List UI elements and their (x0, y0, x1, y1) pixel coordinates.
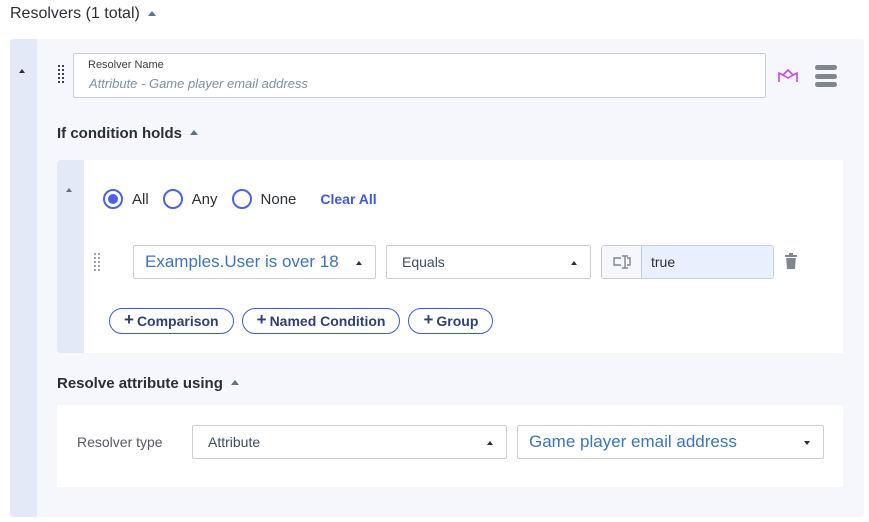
hamburger-menu-icon[interactable] (815, 65, 837, 87)
condition-operator-value: Equals (402, 254, 445, 270)
radio-none[interactable]: None (231, 189, 297, 209)
drag-handle-icon[interactable] (94, 253, 100, 271)
resolvers-title: Resolvers (1 total) (10, 5, 140, 22)
resolver-name-value[interactable]: Attribute - Game player email address (89, 76, 308, 91)
caret-up-icon (571, 261, 577, 265)
caret-up-icon[interactable] (66, 188, 72, 192)
radio-label: Any (191, 190, 218, 208)
caret-up-icon (356, 261, 362, 265)
condition-field-value: Examples.User is over 18 (145, 252, 339, 271)
add-buttons-row: + Comparison + Named Condition + Group (109, 308, 494, 334)
caret-up-icon (487, 441, 493, 445)
button-label: Group (436, 313, 479, 329)
plus-icon: + (423, 310, 434, 329)
resolver-card: Resolver Name Attribute - Game player em… (10, 39, 864, 517)
radio-unchecked-icon[interactable] (231, 189, 252, 209)
condition-operator-select[interactable]: Equals (386, 245, 591, 279)
resolve-section-header[interactable]: Resolve attribute using (57, 375, 239, 392)
drag-handle-icon[interactable] (58, 65, 64, 83)
add-group-button[interactable]: + Group (408, 308, 494, 334)
condition-row: Examples.User is over 18 Equals true (57, 245, 843, 279)
caret-up-icon[interactable] (230, 380, 239, 385)
resolvers-header[interactable]: Resolvers (1 total) (10, 5, 156, 23)
radio-label: All (132, 190, 149, 208)
condition-value-group: true (601, 245, 774, 279)
caret-up-icon[interactable] (147, 10, 156, 16)
resolver-name-label: Resolver Name (88, 59, 164, 71)
add-comparison-button[interactable]: + Comparison (109, 308, 234, 334)
condition-field-select[interactable]: Examples.User is over 18 (133, 245, 376, 279)
radio-any[interactable]: Any (162, 189, 218, 209)
plus-icon: + (256, 310, 267, 329)
resolver-type-label: Resolver type (77, 434, 163, 450)
condition-section-title: If condition holds (57, 125, 182, 142)
resolver-type-value: Attribute (208, 434, 261, 450)
resolve-attribute-box: Resolver type Attribute Game player emai… (57, 405, 843, 487)
resolve-section-title: Resolve attribute using (57, 375, 223, 392)
resolver-collapse-rail[interactable] (10, 39, 37, 517)
caret-up-icon[interactable] (189, 130, 198, 135)
radio-all[interactable]: All (103, 189, 149, 209)
caret-up-icon[interactable] (19, 69, 25, 73)
trash-icon[interactable] (785, 253, 797, 269)
condition-value-input[interactable]: true (642, 246, 773, 278)
radio-label: None (260, 190, 297, 208)
crown-icon[interactable] (778, 67, 798, 83)
value-type-button[interactable] (602, 246, 642, 278)
match-mode-radio-group: All Any None Clear All (103, 189, 377, 209)
add-named-condition-button[interactable]: + Named Condition (241, 308, 401, 334)
clear-all-link[interactable]: Clear All (320, 191, 376, 207)
resolver-name-field[interactable]: Resolver Name Attribute - Game player em… (73, 53, 766, 98)
text-cursor-icon (612, 255, 631, 269)
radio-checked-icon[interactable] (103, 189, 123, 209)
condition-group: All Any None Clear All Examples.User is … (57, 160, 843, 353)
button-label: Comparison (136, 313, 219, 329)
resolver-attribute-select[interactable]: Game player email address (517, 425, 824, 459)
condition-section-header[interactable]: If condition holds (57, 125, 198, 142)
button-label: Named Condition (269, 313, 386, 329)
resolver-attribute-value: Game player email address (529, 432, 737, 451)
plus-icon: + (124, 310, 134, 329)
radio-unchecked-icon[interactable] (162, 189, 183, 209)
resolver-type-select[interactable]: Attribute (192, 425, 507, 459)
caret-down-icon (804, 441, 810, 445)
